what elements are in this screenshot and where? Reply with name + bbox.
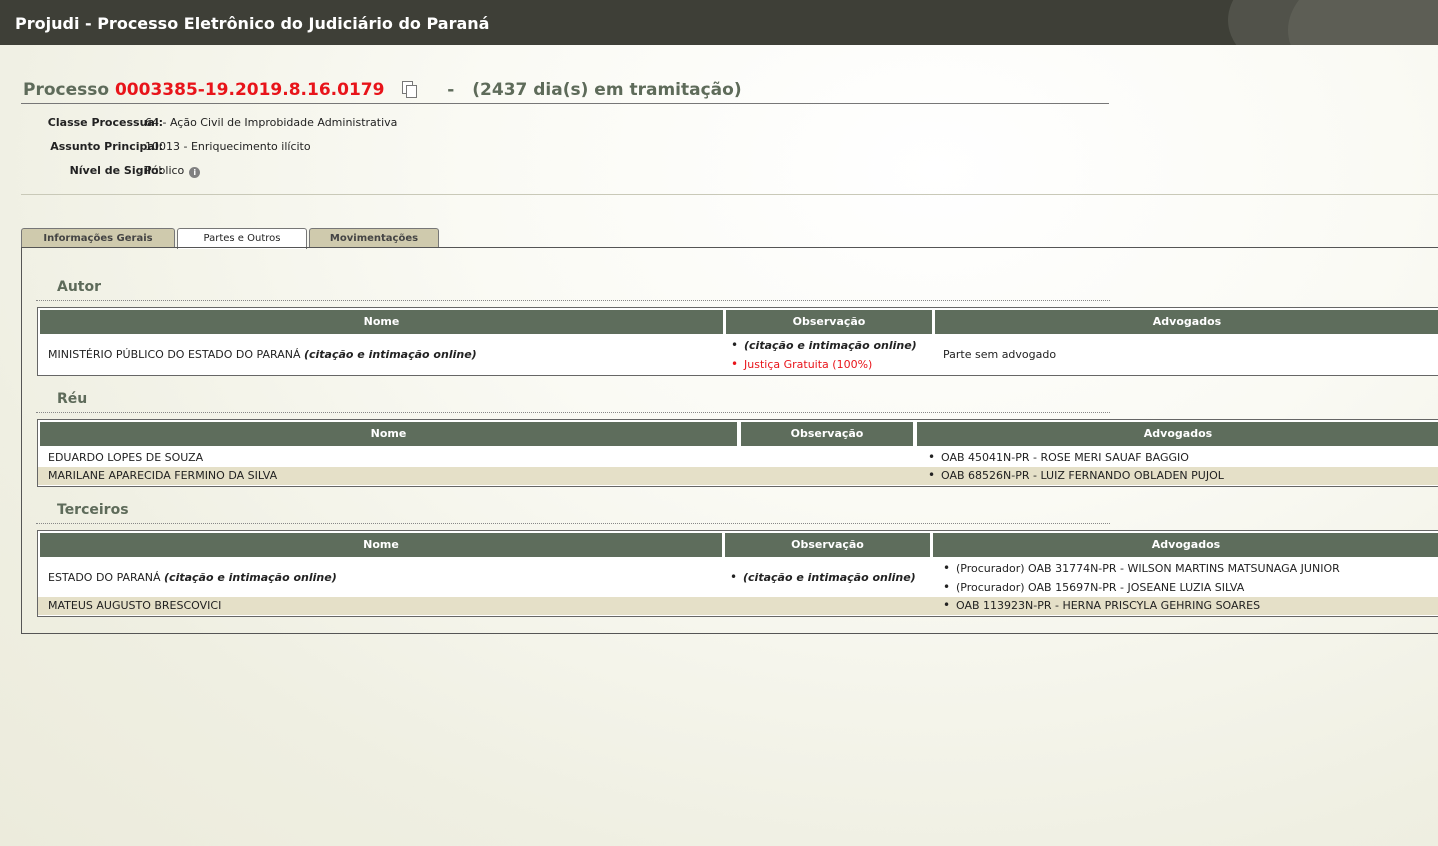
party-name-text: ESTADO DO PARANÁ — [48, 571, 161, 584]
tab-partes-e-outros[interactable]: Partes e Outros — [177, 228, 307, 249]
party-name: EDUARDO LOPES DE SOUZA — [48, 451, 204, 464]
process-label: Processo — [23, 80, 110, 100]
info-icon[interactable]: i — [189, 167, 201, 178]
heading-dash: - — [447, 80, 455, 100]
observation-item: Justiça Gratuita (100%) — [731, 358, 873, 371]
column-header-observacao: Observação — [725, 533, 930, 557]
process-info: Classe Processual: 64 - Ação Civil de Im… — [23, 116, 623, 188]
party-name-text: MINISTÉRIO PÚBLICO DO ESTADO DO PARANÁ — [48, 348, 301, 361]
sigilo-value: Público — [145, 164, 185, 177]
table-row: EDUARDO LOPES DE SOUZA OAB 45041N-PR - R… — [38, 448, 1438, 467]
column-header-nome: Nome — [40, 310, 723, 334]
copy-icon[interactable] — [402, 81, 418, 98]
lawyer-text: OAB 45041N-PR - ROSE MERI SAUAF BAGGIO — [941, 451, 1189, 464]
party-name: MARILANE APARECIDA FERMINO DA SILVA — [48, 469, 278, 482]
column-header-nome: Nome — [40, 422, 737, 446]
process-heading: Processo 0003385-19.2019.8.16.0179 - (24… — [23, 80, 742, 100]
party-name: ESTADO DO PARANÁ (citação e intimação on… — [48, 571, 337, 584]
heading-divider — [21, 103, 1109, 104]
header-decoration — [1288, 0, 1438, 45]
observation-item: (citação e intimação online) — [730, 571, 916, 584]
party-tag: (citação e intimação online) — [164, 571, 337, 584]
info-row-classe: Classe Processual: 64 - Ação Civil de Im… — [23, 116, 623, 140]
top-bar: Projudi - Processo Eletrônico do Judiciá… — [0, 0, 1438, 45]
section-rule — [36, 300, 1110, 301]
lawyer-text: Parte sem advogado — [943, 348, 1057, 361]
column-header-advogados: Advogados — [917, 422, 1438, 446]
column-header-advogados: Advogados — [935, 310, 1438, 334]
tab-movimentacoes[interactable]: Movimentações — [309, 228, 439, 248]
observation-item: (citação e intimação online) — [731, 339, 917, 352]
lawyer-item: OAB 68526N-PR - LUIZ FERNANDO OBLADEN PU… — [928, 469, 1224, 482]
lawyer-text: OAB 68526N-PR - LUIZ FERNANDO OBLADEN PU… — [941, 469, 1224, 482]
column-header-observacao: Observação — [726, 310, 932, 334]
info-row-sigilo: Nível de Sigilo: Público i — [23, 164, 623, 188]
app-title: Projudi - Processo Eletrônico do Judiciá… — [15, 14, 490, 33]
section-title-reu: Réu — [57, 391, 88, 407]
lawyer-item: (Procurador) OAB 31774N-PR - WILSON MART… — [943, 562, 1340, 575]
observation-text: (citação e intimação online) — [743, 571, 916, 584]
column-header-nome: Nome — [40, 533, 722, 557]
lawyer-text: OAB 113923N-PR - HERNA PRISCYLA GEHRING … — [956, 599, 1261, 612]
section-divider — [21, 194, 1438, 195]
party-name: MINISTÉRIO PÚBLICO DO ESTADO DO PARANÁ (… — [48, 348, 477, 361]
observation-text: (citação e intimação online) — [744, 339, 917, 352]
section-title-terceiros: Terceiros — [57, 502, 129, 518]
autor-table: Nome Observação Advogados MINISTÉRIO PÚB… — [37, 307, 1438, 376]
party-name: MATEUS AUGUSTO BRESCOVICI — [48, 599, 222, 612]
lawyer-text: (Procurador) OAB 15697N-PR - JOSEANE LUZ… — [956, 581, 1245, 594]
observation-text: Justiça Gratuita (100%) — [744, 358, 873, 371]
process-days: (2437 dia(s) em tramitação) — [472, 80, 742, 100]
lawyer-text: (Procurador) OAB 31774N-PR - WILSON MART… — [956, 562, 1340, 575]
reu-table: Nome Observação Advogados EDUARDO LOPES … — [37, 419, 1438, 487]
table-row: MINISTÉRIO PÚBLICO DO ESTADO DO PARANÁ (… — [38, 336, 1438, 374]
lawyer-item: OAB 45041N-PR - ROSE MERI SAUAF BAGGIO — [928, 451, 1189, 464]
party-tag: (citação e intimação online) — [303, 348, 477, 361]
process-number: 0003385-19.2019.8.16.0179 — [114, 80, 385, 100]
section-rule — [36, 523, 1110, 524]
sigilo-value-wrap: Público i — [145, 164, 201, 178]
table-row: MARILANE APARECIDA FERMINO DA SILVA OAB … — [38, 467, 1438, 485]
section-title-autor: Autor — [57, 279, 102, 295]
info-row-assunto: Assunto Principal: 10013 - Enriqueciment… — [23, 140, 623, 164]
terceiros-table: Nome Observação Advogados ESTADO DO PARA… — [37, 530, 1438, 617]
classe-value: 64 - Ação Civil de Improbidade Administr… — [145, 116, 398, 129]
lawyer-item: OAB 113923N-PR - HERNA PRISCYLA GEHRING … — [943, 599, 1261, 612]
section-rule — [36, 412, 1110, 413]
tab-informacoes-gerais[interactable]: Informações Gerais — [21, 228, 175, 248]
column-header-advogados: Advogados — [933, 533, 1438, 557]
table-row: MATEUS AUGUSTO BRESCOVICI OAB 113923N-PR… — [38, 597, 1438, 615]
assunto-value: 10013 - Enriquecimento ilícito — [145, 140, 311, 153]
table-row: ESTADO DO PARANÁ (citação e intimação on… — [38, 559, 1438, 597]
lawyer-item: (Procurador) OAB 15697N-PR - JOSEANE LUZ… — [943, 581, 1245, 594]
column-header-observacao: Observação — [741, 422, 913, 446]
